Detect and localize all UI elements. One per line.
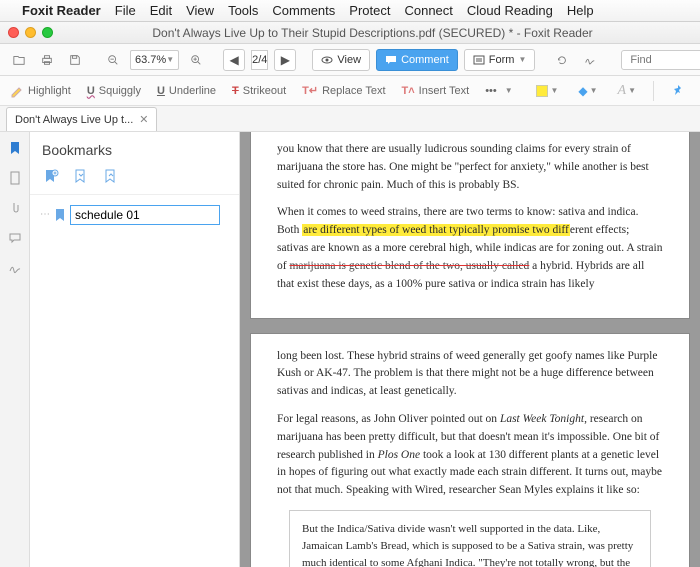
squiggly-label: Squiggly <box>99 85 141 97</box>
menu-tools[interactable]: Tools <box>228 3 258 18</box>
menu-app[interactable]: Foxit Reader <box>22 3 101 18</box>
macos-menubar: Foxit Reader File Edit View Tools Commen… <box>0 0 700 22</box>
menu-cloud-reading[interactable]: Cloud Reading <box>467 3 553 18</box>
zoom-level-select[interactable]: 63.7%▼ <box>130 50 179 70</box>
collapse-bookmarks-button[interactable] <box>102 168 120 186</box>
find-box[interactable]: ▾ <box>621 50 700 70</box>
close-tab-icon[interactable]: ✕ <box>139 113 148 126</box>
zoom-out-button[interactable] <box>102 49 124 71</box>
form-mode-button[interactable]: Form▼ <box>464 49 536 71</box>
save-button[interactable] <box>64 49 86 71</box>
bookmarks-tree: ⋯ <box>30 195 239 225</box>
traffic-lights <box>8 27 53 38</box>
replace-label: Replace Text <box>322 85 385 97</box>
blockquote: But the Indica/Sativa divide wasn't well… <box>289 510 651 567</box>
text-run: For legal reasons, as John Oliver pointe… <box>277 413 500 425</box>
body-text: you know that there are usually ludicrou… <box>277 141 663 194</box>
print-button[interactable] <box>36 49 58 71</box>
window-title: Don't Always Live Up to Their Stupid Des… <box>53 26 692 40</box>
rotate-button[interactable] <box>551 49 573 71</box>
pdf-page: long been lost. These hybrid strains of … <box>250 333 690 567</box>
strikeout-label: Strikeout <box>243 85 286 97</box>
italic-text: Plos One <box>378 449 420 461</box>
more-label: ••• <box>485 85 497 97</box>
strikeout-text: marijuana is genetic blend of the two, u… <box>289 260 529 272</box>
bookmark-icon <box>54 209 66 221</box>
attachments-panel-icon[interactable] <box>7 200 23 216</box>
menu-protect[interactable]: Protect <box>349 3 390 18</box>
replace-text-tool[interactable]: T↵Replace Text <box>302 84 385 97</box>
squiggly-tool[interactable]: USquiggly <box>87 85 141 97</box>
window-titlebar: Don't Always Live Up to Their Stupid Des… <box>0 22 700 44</box>
body-text: For legal reasons, as John Oliver pointe… <box>277 411 663 500</box>
pages-panel-icon[interactable] <box>7 170 23 186</box>
italic-text: Last Week Tonight <box>500 413 584 425</box>
open-file-button[interactable] <box>8 49 30 71</box>
zoom-value: 63.7% <box>135 54 166 66</box>
close-window-button[interactable] <box>8 27 19 38</box>
next-page-button[interactable]: ▶ <box>274 49 296 71</box>
strikeout-tool[interactable]: TStrikeout <box>232 85 286 97</box>
chevron-down-icon: ▼ <box>518 55 526 64</box>
side-panel-strip <box>0 132 30 567</box>
toolbar-separator <box>653 81 654 101</box>
bookmarks-toolbar <box>30 164 239 195</box>
pdf-page: you know that there are usually ludicrou… <box>250 132 690 319</box>
color-yellow-swatch[interactable]: ▼ <box>531 80 563 102</box>
comment-label: Comment <box>401 54 449 66</box>
document-view[interactable]: you know that there are usually ludicrou… <box>240 132 700 567</box>
page-number-field[interactable]: 2/4 <box>251 50 268 70</box>
document-tab[interactable]: Don't Always Live Up t... ✕ <box>6 107 157 131</box>
menu-view[interactable]: View <box>186 3 214 18</box>
tab-label: Don't Always Live Up t... <box>15 114 133 126</box>
bookmark-name-input[interactable] <box>70 205 220 225</box>
prev-page-button[interactable]: ◀ <box>223 49 245 71</box>
zoom-in-button[interactable] <box>185 49 207 71</box>
highlighted-text: are different types of weed that typical… <box>302 224 570 236</box>
highlight-tool[interactable]: Highlight <box>10 84 71 98</box>
bookmarks-panel-icon[interactable] <box>7 140 23 156</box>
bookmarks-title: Bookmarks <box>30 132 239 164</box>
bookmark-row[interactable] <box>54 205 229 225</box>
menu-file[interactable]: File <box>115 3 136 18</box>
main-toolbar: 63.7%▼ ◀ 2/4 ▶ View Comment Form▼ ▾ ▼ <box>0 44 700 76</box>
menu-edit[interactable]: Edit <box>150 3 172 18</box>
bookmarks-panel: Bookmarks ⋯ <box>30 132 240 567</box>
chevron-down-icon: ▼ <box>166 55 174 64</box>
highlight-label: Highlight <box>28 85 71 97</box>
form-label: Form <box>489 54 515 66</box>
menu-connect[interactable]: Connect <box>404 3 452 18</box>
underline-label: Underline <box>169 85 216 97</box>
more-tools-button[interactable]: ••• ▼ <box>485 85 512 97</box>
comment-mode-button[interactable]: Comment <box>376 49 458 71</box>
signatures-panel-icon[interactable] <box>7 260 23 276</box>
signature-button[interactable] <box>579 49 601 71</box>
comments-panel-icon[interactable] <box>7 230 23 246</box>
chevron-down-icon: ▼ <box>505 86 513 95</box>
pin-tool[interactable] <box>666 80 690 102</box>
body-text: When it comes to weed strains, there are… <box>277 204 663 293</box>
body-text: long been lost. These hybrid strains of … <box>277 348 663 401</box>
opacity-tool[interactable]: ◆▼ <box>573 80 602 102</box>
annotation-toolbar: Highlight USquiggly UUnderline TStrikeou… <box>0 76 700 106</box>
font-tool[interactable]: A▼ <box>613 80 641 102</box>
workspace: Bookmarks ⋯ you know that there are usua… <box>0 132 700 567</box>
menu-help[interactable]: Help <box>567 3 594 18</box>
menu-comments[interactable]: Comments <box>272 3 335 18</box>
view-label: View <box>337 54 361 66</box>
underline-tool[interactable]: UUnderline <box>157 85 216 97</box>
find-input[interactable] <box>630 54 700 66</box>
new-bookmark-button[interactable] <box>42 168 60 186</box>
zoom-window-button[interactable] <box>42 27 53 38</box>
insert-text-tool[interactable]: T˄Insert Text <box>402 85 470 97</box>
view-mode-button[interactable]: View <box>312 49 370 71</box>
expand-bookmarks-button[interactable] <box>72 168 90 186</box>
document-tabstrip: Don't Always Live Up t... ✕ <box>0 106 700 132</box>
minimize-window-button[interactable] <box>25 27 36 38</box>
tree-connector: ⋯ <box>40 209 50 220</box>
insert-label: Insert Text <box>419 85 470 97</box>
